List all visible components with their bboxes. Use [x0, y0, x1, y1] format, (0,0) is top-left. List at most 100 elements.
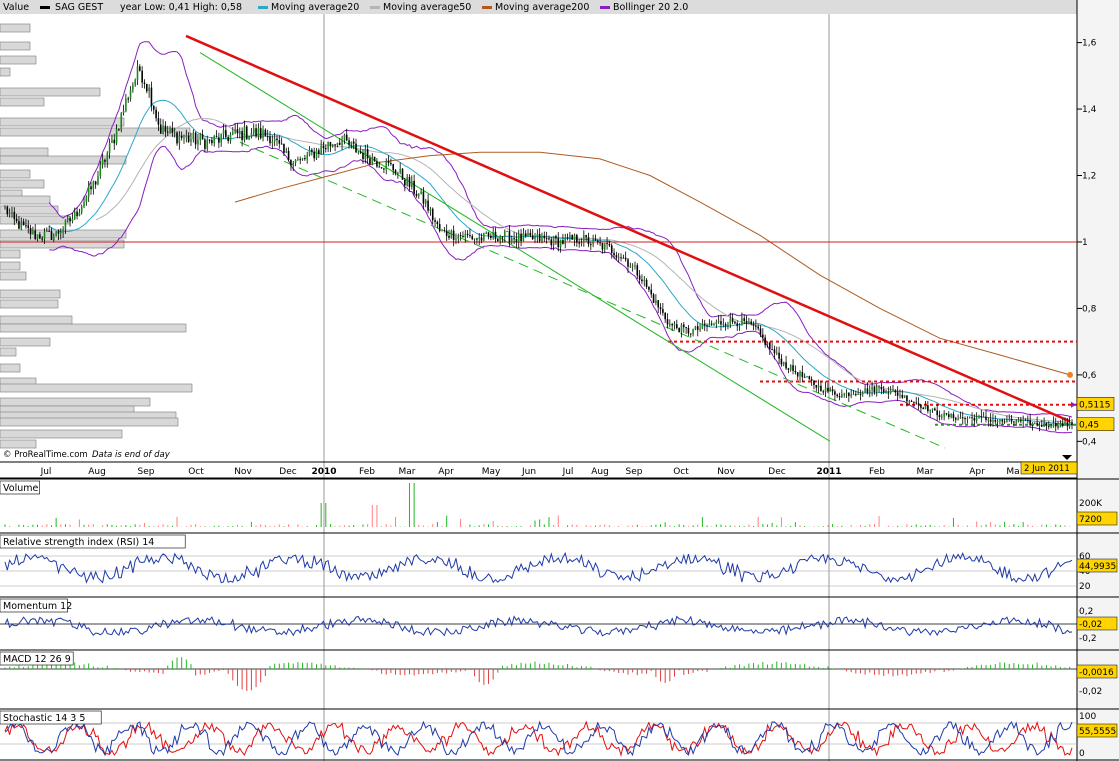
- candle-body: [462, 235, 464, 238]
- candle-body: [643, 279, 646, 282]
- candle-body: [964, 418, 966, 420]
- candle-body: [157, 118, 160, 125]
- candle-body: [831, 389, 834, 392]
- candle-body: [350, 141, 353, 145]
- candle-body: [22, 221, 25, 226]
- candle-body: [1054, 423, 1057, 427]
- x-tick-label: Sep: [138, 467, 155, 477]
- candle-body: [678, 327, 680, 333]
- candle-body: [424, 200, 427, 204]
- candle-body: [362, 152, 364, 160]
- moving-average-20: [48, 99, 1073, 426]
- candle-body: [94, 181, 97, 185]
- candle-body: [343, 134, 346, 140]
- candle-body: [771, 349, 773, 351]
- candle-body: [429, 208, 432, 211]
- candle-body: [966, 418, 969, 420]
- channel-upper-line: [199, 52, 831, 442]
- candle-body: [838, 396, 841, 398]
- candle-body: [369, 158, 371, 165]
- credit-source: © ProRealTime.com: [3, 450, 88, 460]
- candle-body: [169, 128, 171, 132]
- candle-body: [220, 134, 222, 143]
- candle-body: [290, 159, 292, 166]
- candle-body: [594, 238, 597, 241]
- candle-body: [531, 235, 534, 240]
- candle-body: [882, 389, 885, 393]
- candle-body: [185, 135, 188, 138]
- candle-body: [87, 186, 90, 197]
- candle-body: [755, 325, 757, 327]
- legend-ma200[interactable]: Moving average200: [495, 2, 589, 13]
- candle-body: [499, 236, 501, 242]
- rsi-line: [4, 551, 1073, 584]
- candle-body: [73, 211, 76, 219]
- candle-body: [315, 150, 318, 159]
- candle-body: [806, 376, 808, 378]
- candle-body: [8, 213, 11, 215]
- y-tick-label: 0,4: [1082, 437, 1097, 447]
- price-label: 0,45: [1079, 421, 1099, 431]
- legend-ma50[interactable]: Moving average50: [383, 2, 471, 13]
- candle-body: [699, 328, 701, 330]
- grid: [323, 14, 830, 761]
- candle-body: [892, 390, 894, 392]
- legend-series: SAG GEST: [55, 2, 103, 13]
- candle-body: [280, 143, 283, 145]
- candle-body: [469, 235, 471, 237]
- candle-body: [634, 265, 636, 267]
- candle-body: [80, 206, 83, 213]
- candle-body: [1013, 421, 1015, 423]
- candle-body: [204, 139, 206, 149]
- candle-body: [599, 242, 601, 244]
- candle-body: [129, 90, 132, 99]
- candle-body: [545, 238, 548, 240]
- candle-body: [245, 126, 248, 140]
- candle-body: [506, 230, 508, 232]
- candle-body: [631, 265, 634, 267]
- candle-body: [162, 125, 164, 134]
- volume-profile-bar: [0, 383, 193, 393]
- candle-body: [243, 126, 246, 141]
- candle-body: [557, 238, 560, 248]
- candle-body: [364, 149, 367, 160]
- x-tick-label: 2011: [816, 467, 841, 477]
- candle-body: [276, 138, 278, 141]
- y-tick-label: 0,8: [1082, 304, 1097, 314]
- candle-body: [908, 400, 911, 402]
- x-tick-label: Oct: [188, 467, 204, 477]
- candle-body: [652, 294, 655, 303]
- candle-body: [792, 365, 794, 371]
- scroll-arrow-icon[interactable]: [1062, 455, 1072, 460]
- candle-body: [566, 237, 569, 239]
- candle-body: [959, 417, 962, 419]
- volume-profile-bar: [0, 249, 21, 259]
- candle-body: [394, 170, 397, 174]
- candle-body: [638, 275, 641, 280]
- candle-body: [111, 139, 113, 144]
- candle-body: [1068, 422, 1071, 427]
- candle-body: [283, 143, 285, 153]
- candle-body: [327, 142, 329, 149]
- ma200-marker: [1067, 371, 1073, 378]
- candle-body: [234, 129, 236, 133]
- legend-ma20[interactable]: Moving average20: [271, 2, 359, 13]
- candle-body: [215, 136, 218, 138]
- candle-body: [903, 395, 906, 398]
- candle-body: [497, 238, 499, 242]
- candle-body: [304, 158, 306, 160]
- candle-body: [562, 240, 564, 244]
- candle-body: [127, 98, 130, 100]
- candle-body: [899, 394, 901, 396]
- candle-body: [76, 211, 78, 217]
- candle-body: [411, 180, 413, 187]
- candle-body: [336, 142, 339, 146]
- candle-body: [975, 417, 978, 421]
- legend-bollinger[interactable]: Bollinger 20 2.0: [613, 2, 688, 13]
- x-tick-label: Nov: [234, 467, 252, 477]
- candle-body: [99, 164, 102, 177]
- stoch-tick: 100: [1079, 712, 1096, 722]
- candle-body: [996, 421, 999, 423]
- candle-body: [664, 312, 666, 320]
- candle-body: [934, 408, 936, 411]
